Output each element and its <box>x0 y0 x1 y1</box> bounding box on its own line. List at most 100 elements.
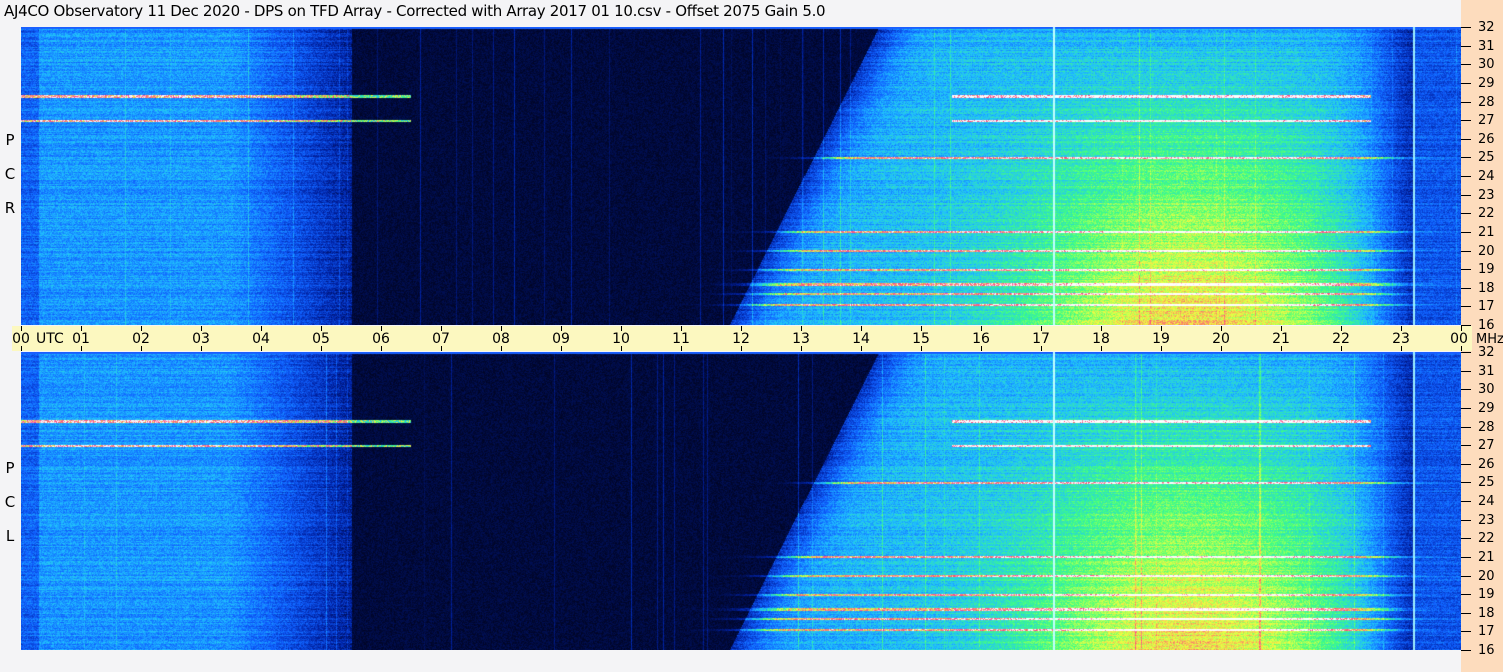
x-tick-label: 00 <box>12 331 30 347</box>
y-tick-label: 18 <box>1478 280 1495 296</box>
label-letter: P <box>5 131 15 149</box>
y-tick-label: 18 <box>1478 605 1495 621</box>
y-tick-mark <box>1461 482 1471 484</box>
y-tick-label: 29 <box>1478 75 1495 91</box>
rcp-label: P C R <box>0 123 20 225</box>
y-tick-mark <box>1461 287 1471 289</box>
utc-label: UTC <box>36 331 64 347</box>
y-tick-label: 16 <box>1478 318 1495 333</box>
x-tick-label: 00 <box>1450 331 1468 347</box>
y-tick-mark <box>1461 631 1471 633</box>
y-tick-label: 23 <box>1478 512 1495 528</box>
label-letter: C <box>4 493 16 511</box>
y-tick-label: 27 <box>1478 113 1495 129</box>
y-tick-mark <box>1461 306 1471 308</box>
x-tick-label: 07 <box>432 331 450 347</box>
y-tick-mark <box>1461 389 1471 391</box>
rcp-spectrogram <box>21 27 1461 325</box>
y-tick-mark <box>1461 612 1471 614</box>
y-tick-mark <box>1461 556 1471 558</box>
y-tick-mark <box>1461 213 1471 215</box>
y-tick-mark <box>1461 269 1471 271</box>
x-tick-label: 22 <box>1332 331 1350 347</box>
y-tick-label: 20 <box>1478 243 1495 259</box>
lcp-spectrogram <box>21 352 1461 650</box>
y-tick-mark <box>1461 352 1471 353</box>
y-tick-label: 31 <box>1478 38 1495 54</box>
y-tick-mark <box>1461 64 1471 66</box>
y-tick-mark <box>1461 519 1471 521</box>
y-tick-mark <box>1461 194 1471 196</box>
x-tick-label: 01 <box>72 331 90 347</box>
y-tick-mark <box>1461 650 1471 651</box>
y-tick-mark <box>1461 27 1471 28</box>
y-tick-mark <box>1461 463 1471 465</box>
y-tick-mark <box>1461 138 1471 140</box>
y-tick-mark <box>1461 594 1471 596</box>
y-tick-label: 17 <box>1478 624 1495 640</box>
y-tick-mark <box>1461 120 1471 122</box>
y-tick-label: 19 <box>1478 262 1495 278</box>
y-tick-mark <box>1461 101 1471 103</box>
lcp-label: P C L <box>0 451 20 553</box>
y-tick-mark <box>1461 370 1471 372</box>
y-tick-label: 21 <box>1478 549 1495 565</box>
y-tick-mark <box>1461 575 1471 577</box>
x-tick-label: 08 <box>492 331 510 347</box>
x-tick-label: 15 <box>912 331 930 347</box>
y-tick-label: 25 <box>1478 475 1495 491</box>
y-tick-label: 30 <box>1478 382 1495 398</box>
y-tick-label: 22 <box>1478 206 1495 222</box>
x-tick-label: 06 <box>372 331 390 347</box>
y-tick-label: 32 <box>1478 345 1495 360</box>
y-tick-label: 20 <box>1478 568 1495 584</box>
label-letter: P <box>5 459 15 477</box>
x-tick-label: 17 <box>1032 331 1050 347</box>
y-tick-label: 31 <box>1478 363 1495 379</box>
y-tick-label: 23 <box>1478 187 1495 203</box>
y-tick-label: 26 <box>1478 456 1495 472</box>
x-tick-label: 21 <box>1272 331 1290 347</box>
x-tick-label: 19 <box>1152 331 1170 347</box>
label-letter: L <box>5 527 15 545</box>
y-tick-mark <box>1461 445 1471 447</box>
y-tick-mark <box>1461 501 1471 502</box>
x-tick-label: 12 <box>732 331 750 347</box>
y-tick-label: 16 <box>1478 643 1495 658</box>
label-letter: R <box>4 199 16 217</box>
y-tick-mark <box>1461 325 1471 326</box>
x-tick-label: 13 <box>792 331 810 347</box>
y-tick-label: 32 <box>1478 20 1495 35</box>
x-tick-label: 10 <box>612 331 630 347</box>
x-tick-label: 23 <box>1392 331 1410 347</box>
x-tick-label: 18 <box>1092 331 1110 347</box>
x-tick-label: 05 <box>312 331 330 347</box>
y-tick-mark <box>1461 250 1471 252</box>
y-tick-label: 19 <box>1478 587 1495 603</box>
y-tick-label: 25 <box>1478 150 1495 166</box>
x-tick-label: 09 <box>552 331 570 347</box>
y-tick-label: 24 <box>1478 494 1495 509</box>
x-tick-label: 02 <box>132 331 150 347</box>
y-tick-mark <box>1461 176 1471 177</box>
x-tick-label: 11 <box>672 331 690 347</box>
x-tick-label: 14 <box>852 331 870 347</box>
y-tick-label: 27 <box>1478 438 1495 454</box>
y-tick-label: 29 <box>1478 400 1495 416</box>
y-tick-mark <box>1461 407 1471 409</box>
y-tick-mark <box>1461 45 1471 47</box>
y-tick-label: 21 <box>1478 224 1495 240</box>
x-tick-label: 20 <box>1212 331 1230 347</box>
y-tick-label: 28 <box>1478 419 1495 435</box>
y-tick-mark <box>1461 157 1471 159</box>
y-tick-mark <box>1461 538 1471 540</box>
y-tick-mark <box>1461 231 1471 233</box>
x-tick-label: 16 <box>972 331 990 347</box>
y-tick-label: 24 <box>1478 169 1495 184</box>
x-tick-label: 04 <box>252 331 270 347</box>
x-tick-label: 03 <box>192 331 210 347</box>
y-tick-mark <box>1461 82 1471 84</box>
y-tick-mark <box>1461 426 1471 428</box>
y-tick-label: 22 <box>1478 531 1495 547</box>
chart-title: AJ4CO Observatory 11 Dec 2020 - DPS on T… <box>4 2 826 20</box>
